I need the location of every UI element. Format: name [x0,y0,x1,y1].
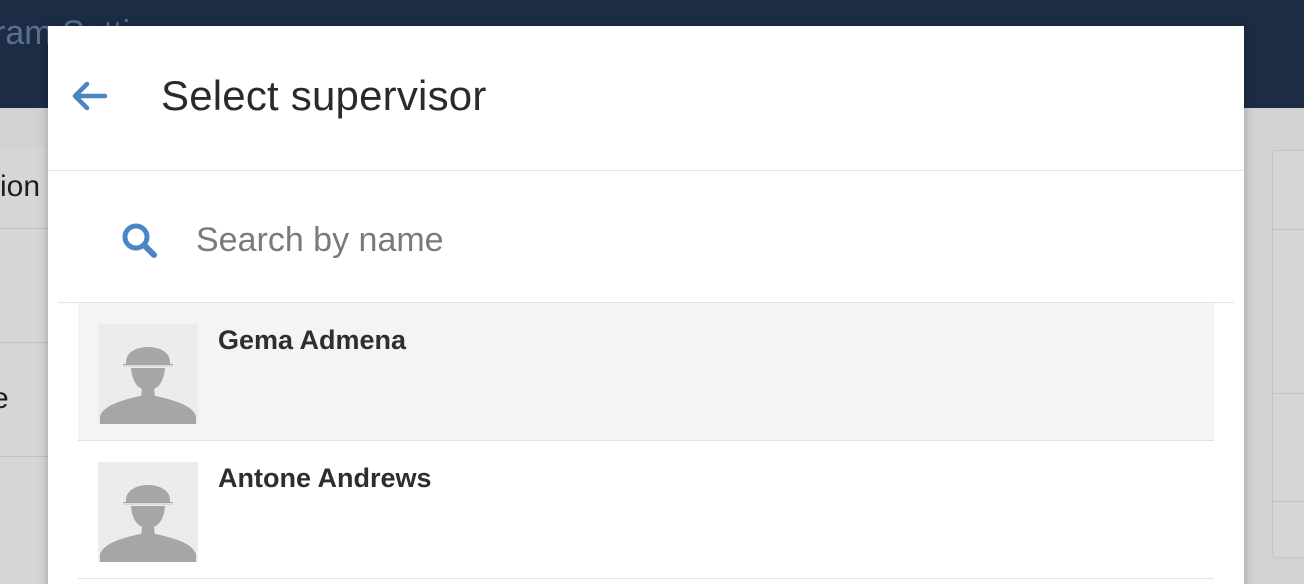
background-row [1273,151,1304,230]
magnifier-glyph [122,223,157,258]
search-input[interactable] [196,215,1096,265]
background-right-card [1272,150,1304,558]
dialog-header: Select supervisor [48,26,1244,171]
search-icon[interactable] [120,221,160,261]
search-bar [58,171,1234,303]
supervisor-list-item[interactable]: Antone Andrews [78,441,1214,579]
avatar [98,462,198,562]
background-row [1273,229,1304,394]
background-label-fragment: e [0,382,9,415]
select-supervisor-dialog: Select supervisor G [48,26,1244,584]
worker-silhouette-icon [98,462,198,562]
supervisor-list: Gema Admena Antone Andrews [78,303,1214,579]
arrow-left-icon [72,81,108,111]
worker-silhouette-icon [98,324,198,424]
avatar [98,324,198,424]
supervisor-list-item[interactable]: Gema Admena [78,303,1214,441]
supervisor-name: Antone Andrews [218,463,432,493]
background-label-fragment: ion [0,170,41,203]
back-button[interactable] [68,74,112,118]
dialog-title: Select supervisor [161,72,487,119]
supervisor-name: Gema Admena [218,325,407,355]
background-row [1273,393,1304,502]
